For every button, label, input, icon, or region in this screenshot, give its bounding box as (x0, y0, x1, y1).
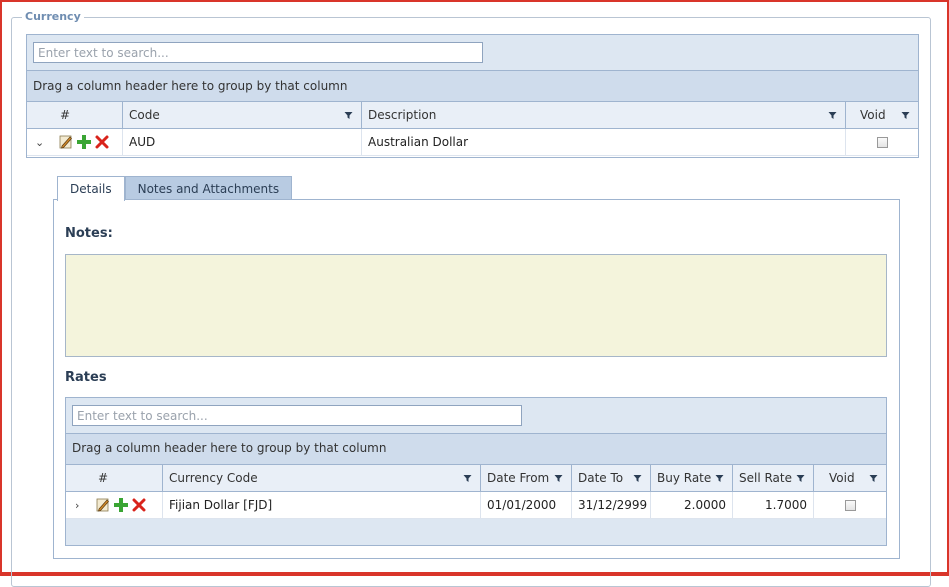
add-icon[interactable] (76, 134, 92, 150)
tab-notes-attachments[interactable]: Notes and Attachments (124, 176, 293, 200)
filter-icon[interactable] (554, 474, 563, 483)
void-cell (814, 492, 886, 518)
buy-rate-cell: 2.0000 (651, 492, 733, 518)
column-header-void[interactable]: Void (846, 102, 918, 128)
grid-header: # Code Description Void (27, 102, 918, 129)
detail-tabs: Details Notes and Attachments (57, 176, 293, 201)
column-header-code[interactable]: Code (123, 102, 362, 128)
column-label: Description (368, 108, 437, 122)
currency-grid: Drag a column header here to group by th… (26, 34, 919, 158)
column-label: Date From (487, 471, 550, 485)
row-actions-cell: ⌄ (27, 129, 123, 155)
column-label: Void (860, 108, 886, 122)
column-header-buy-rate[interactable]: Buy Rate (651, 465, 733, 491)
filter-icon[interactable] (344, 111, 353, 120)
description-cell: Australian Dollar (362, 129, 846, 155)
column-header-hash[interactable]: # (27, 102, 123, 128)
chevron-down-icon[interactable]: ⌄ (35, 136, 44, 149)
grid-toolbar (27, 35, 918, 71)
rates-grid-header: # Currency Code Date From Date To Buy Ra… (66, 465, 886, 492)
void-cell (846, 129, 918, 155)
column-header-date-to[interactable]: Date To (572, 465, 651, 491)
column-header-hash[interactable]: # (66, 465, 163, 491)
column-label: # (98, 471, 109, 485)
rates-toolbar (66, 398, 886, 434)
detail-panel: Notes: Rates Drag a column header here t… (53, 199, 900, 559)
currency-code-cell: Fijian Dollar [FJD] (163, 492, 481, 518)
filter-icon[interactable] (633, 474, 642, 483)
chevron-right-icon[interactable]: › (75, 499, 79, 512)
tab-details[interactable]: Details (57, 176, 125, 201)
column-label: # (60, 108, 71, 122)
column-label: Date To (578, 471, 624, 485)
edit-icon[interactable] (58, 134, 74, 150)
column-label: Sell Rate (739, 471, 792, 485)
void-checkbox[interactable] (844, 499, 856, 511)
column-label: Void (829, 471, 855, 485)
group-hint: Drag a column header here to group by th… (72, 441, 387, 455)
edit-icon[interactable] (95, 497, 111, 513)
rates-search-input[interactable] (72, 405, 522, 426)
filter-icon[interactable] (869, 474, 878, 483)
add-icon[interactable] (113, 497, 129, 513)
notes-area[interactable] (65, 254, 887, 357)
table-row[interactable]: › Fijian Dollar [FJD] 01/01/2000 31/12/2… (66, 492, 886, 519)
group-hint: Drag a column header here to group by th… (33, 79, 348, 93)
filter-icon[interactable] (463, 474, 472, 483)
column-header-sell-rate[interactable]: Sell Rate (733, 465, 814, 491)
rates-group-panel[interactable]: Drag a column header here to group by th… (66, 434, 886, 465)
column-label: Buy Rate (657, 471, 712, 485)
column-label: Currency Code (169, 471, 258, 485)
sell-rate-cell: 1.7000 (733, 492, 814, 518)
column-header-currency-code[interactable]: Currency Code (163, 465, 481, 491)
rates-grid-footer (66, 519, 886, 545)
rates-grid: Drag a column header here to group by th… (65, 397, 887, 546)
column-label: Code (129, 108, 160, 122)
row-actions-cell: › (66, 492, 163, 518)
date-to-cell: 31/12/2999 (572, 492, 651, 518)
column-header-description[interactable]: Description (362, 102, 846, 128)
group-panel[interactable]: Drag a column header here to group by th… (27, 71, 918, 102)
rates-label: Rates (65, 370, 107, 385)
column-header-void[interactable]: Void (814, 465, 886, 491)
filter-icon[interactable] (901, 111, 910, 120)
column-header-date-from[interactable]: Date From (481, 465, 572, 491)
filter-icon[interactable] (715, 474, 724, 483)
filter-icon[interactable] (828, 111, 837, 120)
code-cell: AUD (123, 129, 362, 155)
delete-icon[interactable] (94, 134, 110, 150)
notes-label: Notes: (65, 226, 113, 241)
void-checkbox[interactable] (876, 136, 888, 148)
filter-icon[interactable] (796, 474, 805, 483)
currency-legend: Currency (22, 10, 84, 23)
date-from-cell: 01/01/2000 (481, 492, 572, 518)
table-row[interactable]: ⌄ AUD Australian Dollar (27, 129, 918, 156)
delete-icon[interactable] (131, 497, 147, 513)
search-input[interactable] (33, 42, 483, 63)
